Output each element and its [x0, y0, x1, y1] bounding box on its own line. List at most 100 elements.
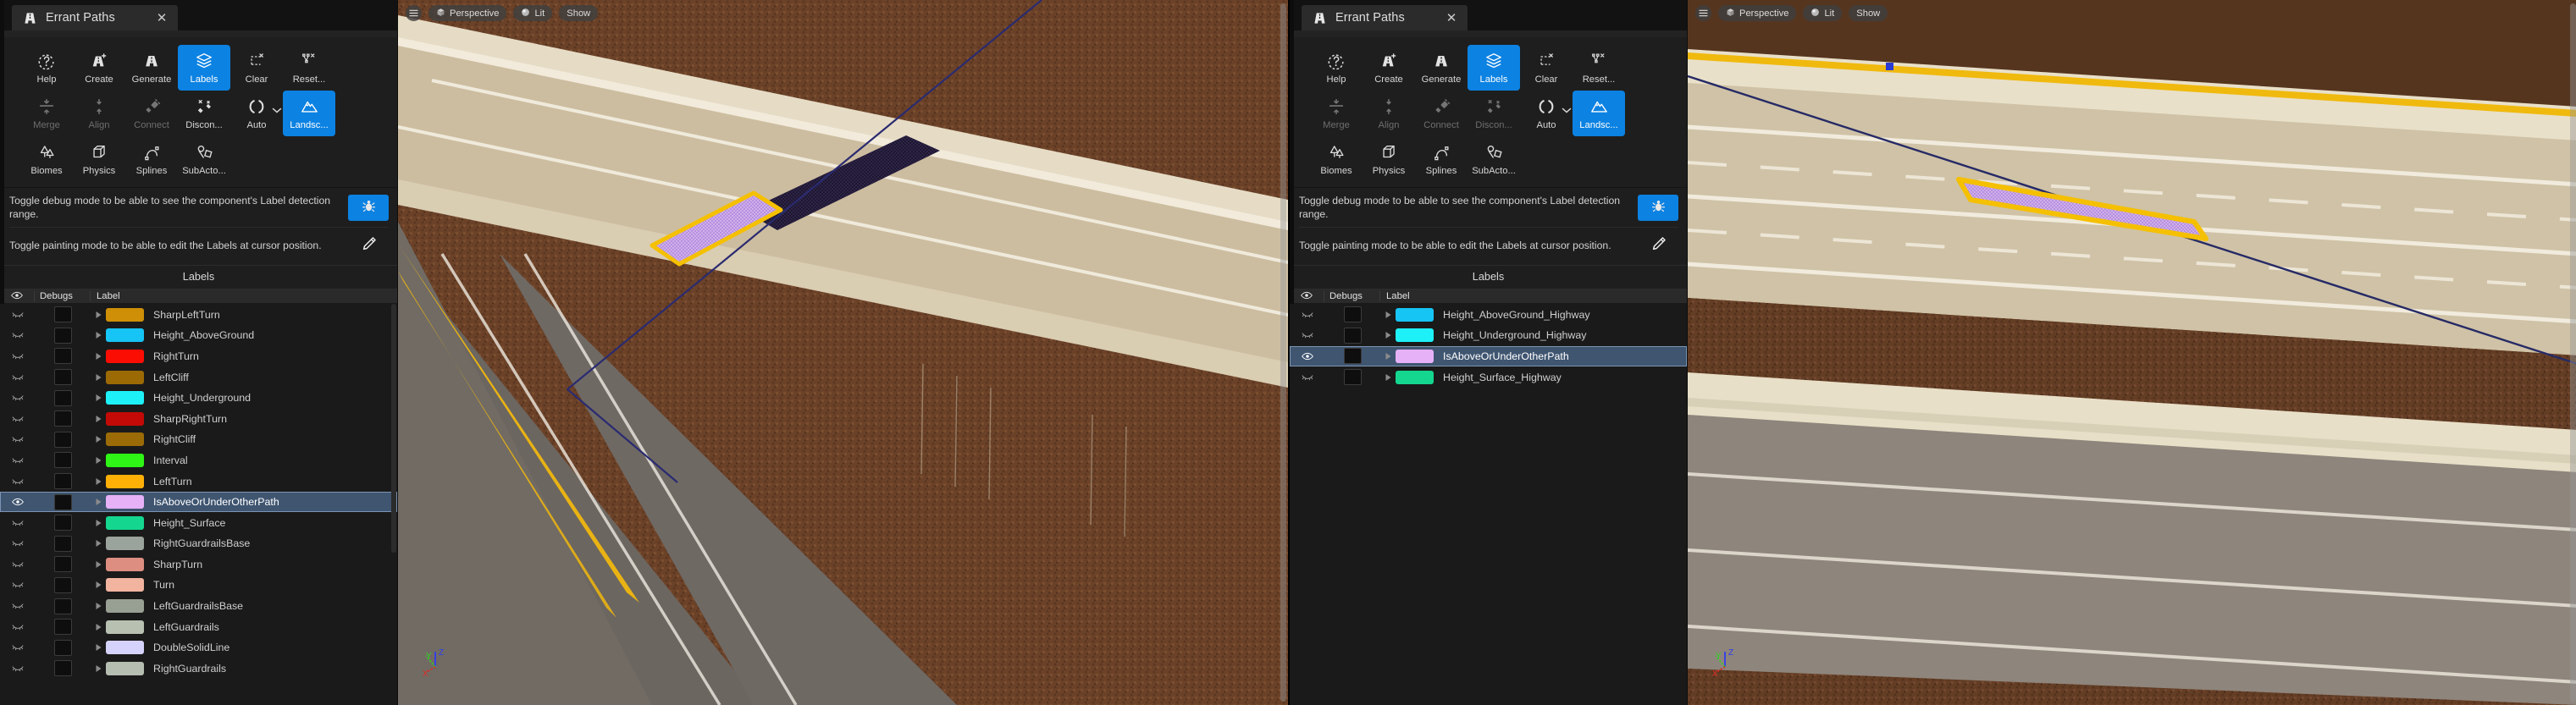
label-row[interactable]: SharpLeftTurn	[0, 304, 397, 325]
tool-auto-button[interactable]: Auto	[230, 91, 283, 136]
tool-merge-button[interactable]: Merge	[20, 91, 73, 136]
expand-arrow-icon[interactable]	[91, 435, 106, 443]
close-icon[interactable]: ✕	[157, 12, 168, 25]
eye-closed-icon[interactable]	[0, 374, 35, 381]
label-row[interactable]: Height_AboveGround_Highway	[1290, 304, 1687, 325]
tool-help-button[interactable]: Help	[20, 45, 73, 91]
tool-subactors-button[interactable]: SubActo...	[178, 136, 230, 182]
label-row[interactable]: SharpTurn	[0, 554, 397, 576]
label-color-swatch[interactable]	[106, 371, 144, 384]
eye-closed-icon[interactable]	[0, 624, 35, 631]
label-color-swatch[interactable]	[106, 599, 144, 613]
eye-closed-icon[interactable]	[0, 644, 35, 651]
tool-subactors-button[interactable]: SubActo...	[1468, 136, 1520, 182]
eye-closed-icon[interactable]	[0, 394, 35, 401]
label-color-swatch[interactable]	[106, 537, 144, 550]
label-color-swatch[interactable]	[106, 620, 144, 634]
expand-arrow-icon[interactable]	[91, 581, 106, 589]
labels-list-right[interactable]: Height_AboveGround_HighwayHeight_Undergr…	[1290, 304, 1687, 705]
column-debugs[interactable]: Debugs	[1324, 291, 1380, 301]
debug-checkbox[interactable]	[35, 515, 91, 531]
debug-checkbox[interactable]	[1324, 369, 1380, 385]
label-row[interactable]: SharpRightTurn	[0, 408, 397, 429]
view-mode-selector[interactable]: Perspective	[428, 5, 506, 21]
eye-closed-icon[interactable]	[0, 603, 35, 609]
debug-checkbox[interactable]	[35, 619, 91, 635]
tool-reset-button[interactable]: Reset...	[1573, 45, 1625, 91]
column-visibility[interactable]	[1290, 291, 1324, 302]
eye-closed-icon[interactable]	[0, 581, 35, 588]
tool-physics-button[interactable]: Physics	[73, 136, 125, 182]
label-color-swatch[interactable]	[1396, 308, 1434, 322]
label-row[interactable]: RightCliff	[0, 429, 397, 450]
show-menu-button[interactable]: Show	[559, 5, 598, 21]
tool-splines-button[interactable]: Splines	[125, 136, 178, 182]
label-color-swatch[interactable]	[1396, 328, 1434, 342]
debug-checkbox[interactable]	[35, 452, 91, 468]
view-mode-selector[interactable]: Perspective	[1718, 5, 1796, 21]
label-color-swatch[interactable]	[1396, 371, 1434, 384]
label-color-swatch[interactable]	[106, 662, 144, 675]
expand-arrow-icon[interactable]	[91, 560, 106, 569]
debug-checkbox[interactable]	[35, 577, 91, 593]
column-debugs[interactable]: Debugs	[35, 291, 91, 301]
debug-checkbox[interactable]	[35, 640, 91, 656]
tool-clear-button[interactable]: Clear	[1520, 45, 1573, 91]
eye-closed-icon[interactable]	[1290, 311, 1324, 318]
tool-help-button[interactable]: Help	[1310, 45, 1363, 91]
expand-arrow-icon[interactable]	[91, 498, 106, 506]
lighting-mode-selector[interactable]: Lit	[1803, 5, 1842, 21]
debug-checkbox[interactable]	[1324, 306, 1380, 322]
label-row[interactable]: IsAboveOrUnderOtherPath	[0, 492, 397, 513]
label-color-swatch[interactable]	[106, 641, 144, 654]
debug-checkbox[interactable]	[35, 536, 91, 552]
expand-arrow-icon[interactable]	[91, 373, 106, 382]
viewport-scrollbar-right[interactable]	[2570, 3, 2576, 702]
debug-checkbox[interactable]	[35, 306, 91, 322]
debug-checkbox[interactable]	[35, 432, 91, 448]
expand-arrow-icon[interactable]	[91, 352, 106, 361]
label-color-swatch[interactable]	[106, 558, 144, 571]
expand-arrow-icon[interactable]	[91, 623, 106, 631]
show-menu-button[interactable]: Show	[1849, 5, 1888, 21]
tool-disconnect-button[interactable]: Discon...	[178, 91, 230, 136]
label-color-swatch[interactable]	[106, 412, 144, 426]
expand-arrow-icon[interactable]	[91, 311, 106, 319]
debug-checkbox[interactable]	[35, 348, 91, 364]
label-row[interactable]: Height_Underground	[0, 388, 397, 409]
eye-closed-icon[interactable]	[0, 540, 35, 547]
expand-arrow-icon[interactable]	[91, 415, 106, 423]
label-row[interactable]: LeftTurn	[0, 471, 397, 492]
viewport-scrollbar-left[interactable]	[1280, 3, 1286, 702]
label-color-swatch[interactable]	[106, 578, 144, 592]
column-visibility[interactable]	[0, 291, 35, 302]
expand-arrow-icon[interactable]	[91, 539, 106, 548]
tool-auto-button[interactable]: Auto	[1520, 91, 1573, 136]
label-color-swatch[interactable]	[1396, 350, 1434, 363]
expand-arrow-icon[interactable]	[1380, 311, 1396, 319]
eye-closed-icon[interactable]	[0, 311, 35, 318]
column-label[interactable]: Label	[1380, 291, 1687, 301]
eye-closed-icon[interactable]	[0, 520, 35, 526]
painting-mode-toggle-button[interactable]	[1638, 233, 1678, 259]
label-row[interactable]: IsAboveOrUnderOtherPath	[1290, 346, 1687, 367]
eye-closed-icon[interactable]	[0, 436, 35, 443]
debug-checkbox[interactable]	[35, 556, 91, 572]
viewport-right[interactable]: Perspective Lit Show Z Y X	[1688, 0, 2576, 705]
debug-checkbox[interactable]	[35, 473, 91, 489]
tool-align-button[interactable]: Align	[1363, 91, 1415, 136]
eye-closed-icon[interactable]	[1290, 374, 1324, 381]
tool-align-button[interactable]: Align	[73, 91, 125, 136]
debug-checkbox[interactable]	[35, 390, 91, 406]
label-color-swatch[interactable]	[106, 308, 144, 322]
hamburger-icon[interactable]	[406, 5, 422, 21]
hamburger-icon[interactable]	[1695, 5, 1711, 21]
expand-arrow-icon[interactable]	[1380, 331, 1396, 339]
label-row[interactable]: Turn	[0, 575, 397, 596]
tool-generate-button[interactable]: Generate	[1415, 45, 1468, 91]
tool-landscape-button[interactable]: Landsc...	[1573, 91, 1625, 136]
debug-checkbox[interactable]	[1324, 328, 1380, 344]
eye-icon[interactable]	[1290, 352, 1324, 361]
tool-create-button[interactable]: Create	[73, 45, 125, 91]
debug-checkbox[interactable]	[35, 660, 91, 676]
